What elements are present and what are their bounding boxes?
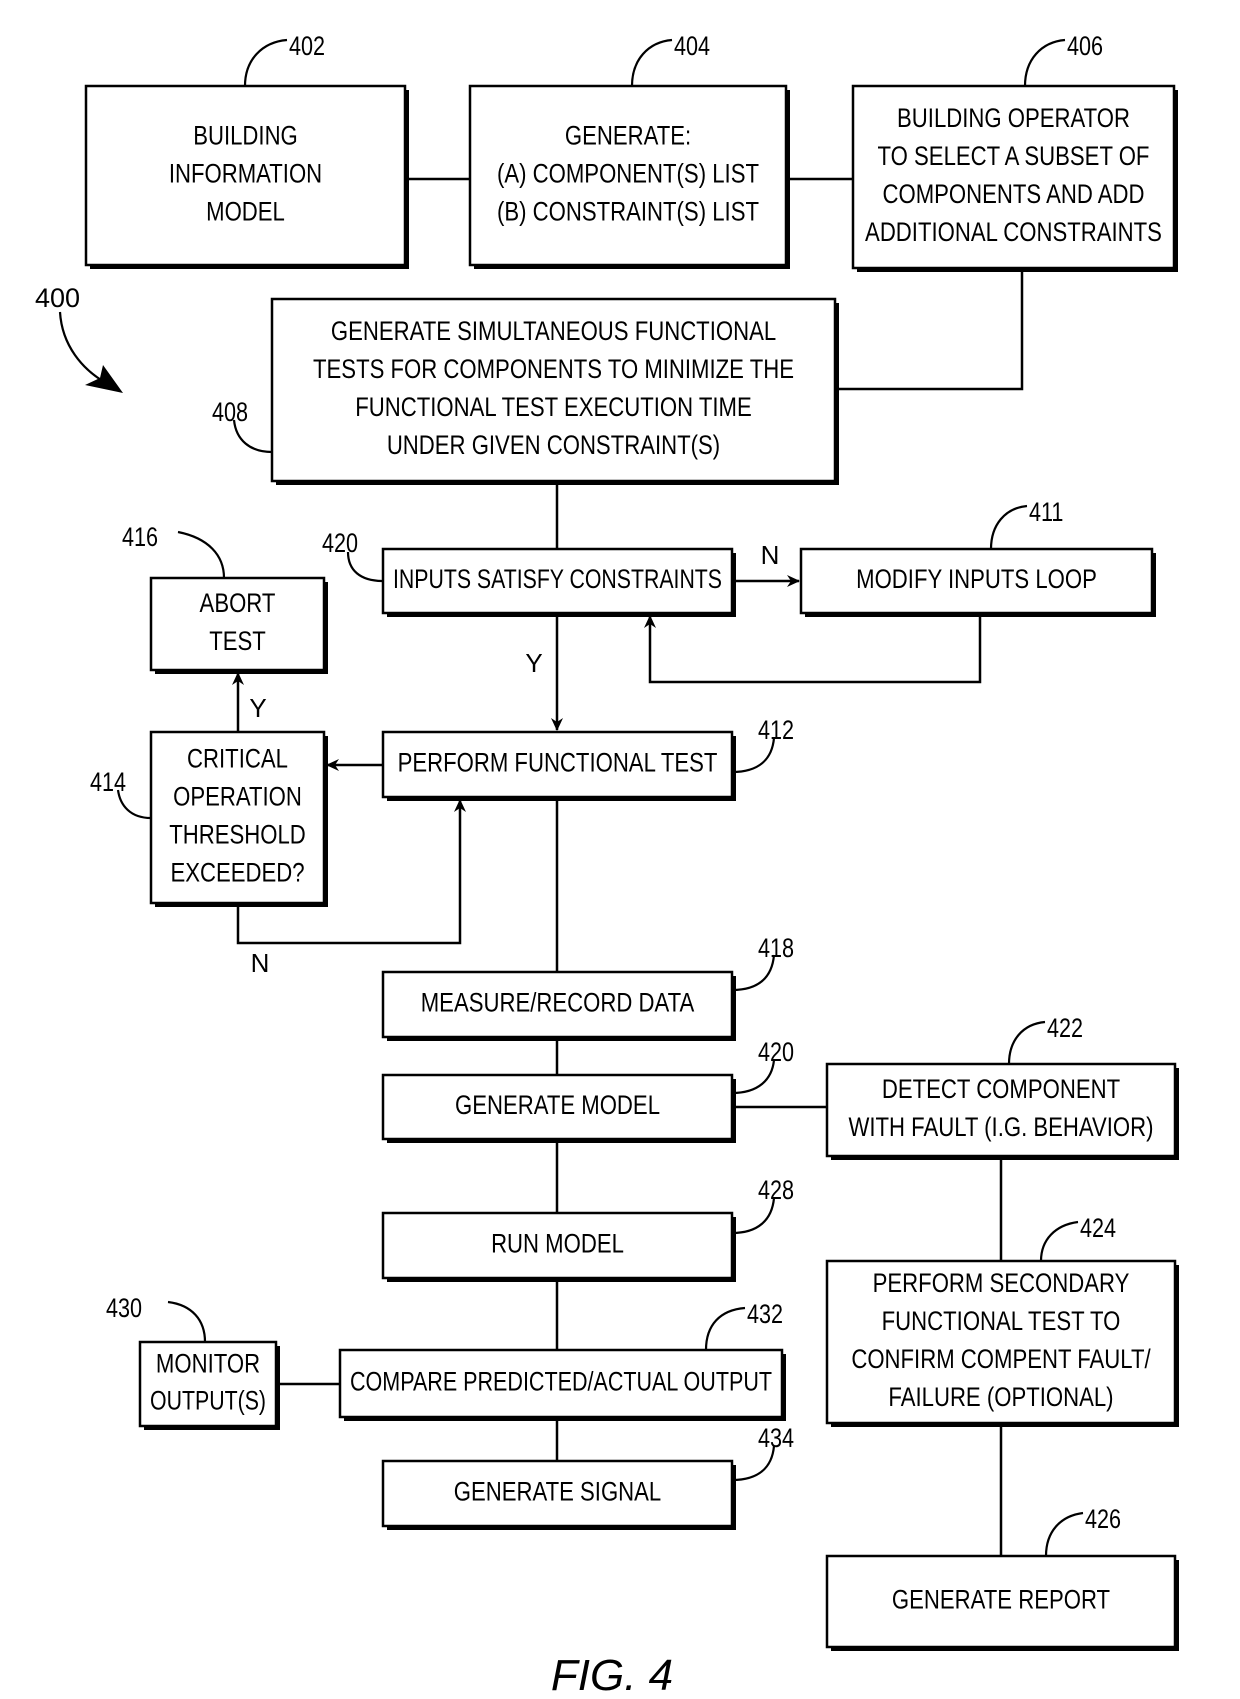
box-text-line: OUTPUT(S) [150,1386,266,1416]
arrowhead-400 [85,365,123,393]
process-box-408: GENERATE SIMULTANEOUS FUNCTIONAL TESTS FO… [270,297,839,485]
box-text-line: GENERATE: [565,121,691,151]
connector-406-408 [835,268,1024,391]
box-text-line: FAILURE (OPTIONAL) [888,1382,1113,1412]
process-box-412: PERFORM FUNCTIONAL TEST [381,730,736,801]
label-constraints-no: N [761,540,780,570]
box-text-line: MEASURE/RECORD DATA [421,988,695,1018]
process-box-434: GENERATE SIGNAL [381,1459,736,1530]
reference-numeral-422: 422 [1047,1013,1083,1043]
process-box-402: BUILDING INFORMATION MODEL [84,84,409,269]
process-box-422: DETECT COMPONENT WITH FAULT (I.G. BEHAVIO… [825,1062,1179,1160]
reference-numeral-408: 408 [212,397,248,427]
box-text-line: GENERATE REPORT [892,1585,1110,1615]
box-text-line: UNDER GIVEN CONSTRAINT(S) [387,430,720,460]
process-box-420b: GENERATE MODEL [381,1073,736,1143]
box-text-line: DETECT COMPONENT [882,1074,1120,1104]
box-text-line: ADDITIONAL CONSTRAINTS [865,217,1162,247]
reference-numeral-414: 414 [90,767,126,797]
box-text-line: GENERATE SIMULTANEOUS FUNCTIONAL [331,316,776,346]
reference-numeral-420b: 420 [758,1037,794,1067]
flowchart-diagram: BUILDING INFORMATION MODEL GENERATE: (A) COM… [35,31,1179,1699]
leader-404 [630,38,673,87]
box-text-line: BUILDING OPERATOR [897,103,1130,133]
reference-numeral-416: 416 [122,522,158,552]
process-boxes: BUILDING INFORMATION MODEL GENERATE: (A) COM… [84,84,1179,1651]
box-text-line: COMPARE PREDICTED/ACTUAL OUTPUT [350,1367,772,1397]
box-text-line: (B) CONSTRAINT(S) LIST [497,197,759,227]
box-text-line: FUNCTIONAL TEST TO [882,1306,1121,1336]
box-text-line: TESTS FOR COMPONENTS TO MINIMIZE THE [313,354,794,384]
reference-numeral-434: 434 [758,1423,794,1453]
box-text-line: PERFORM SECONDARY [873,1268,1130,1298]
box-text-line: THRESHOLD [169,820,306,850]
process-box-418: MEASURE/RECORD DATA [381,970,736,1041]
leader-430 [167,1300,207,1343]
box-text-line: OPERATION [173,782,302,812]
box-text-line: INFORMATION [169,159,322,189]
arrow-411-loop-back [644,613,982,684]
reference-numeral-430: 430 [106,1293,142,1323]
box-text-line: GENERATE SIGNAL [454,1477,662,1507]
figure-reference-400: 400 [35,283,80,313]
process-box-426: GENERATE REPORT [825,1554,1179,1651]
reference-numeral-404: 404 [674,31,710,61]
process-box-404: GENERATE: (A) COMPONENT(S) LIST (B) CONSTR… [468,84,790,269]
box-text-line: CONFIRM COMPENT FAULT/ [851,1344,1151,1374]
reference-numeral-418: 418 [758,933,794,963]
reference-numeral-426: 426 [1085,1504,1121,1534]
box-text-line: GENERATE MODEL [455,1090,660,1120]
box-text-line: WITH FAULT (I.G. BEHAVIOR) [848,1112,1153,1142]
box-text-line: MODIFY INPUTS LOOP [856,564,1097,594]
figure-caption: FIG. 4 [551,1651,673,1699]
reference-numeral-420a: 420 [322,528,358,558]
box-text-line: CRITICAL [187,744,288,774]
label-constraints-yes: Y [525,648,542,678]
process-box-430: MONITOR OUTPUT(S) [138,1340,280,1430]
box-text-line: PERFORM FUNCTIONAL TEST [398,748,718,778]
leader-416 [177,530,226,579]
reference-numeral-432: 432 [747,1299,783,1329]
leader-402 [243,38,288,87]
reference-numeral-412: 412 [758,715,794,745]
leader-406 [1023,38,1066,87]
label-threshold-yes: Y [249,693,266,723]
process-box-416: ABORT TEST [149,576,328,674]
box-text-line: (A) COMPONENT(S) LIST [497,159,759,189]
leader-400 [58,311,109,385]
reference-numeral-406: 406 [1067,31,1103,61]
leader-426 [1044,1511,1084,1557]
leader-422 [1007,1020,1046,1065]
box-text-line: MODEL [206,197,285,227]
box-text-line: BUILDING [193,121,298,151]
reference-numeral-424: 424 [1080,1213,1116,1243]
box-text-line: INPUTS SATISFY CONSTRAINTS [393,564,722,594]
box-text-line: FUNCTIONAL TEST EXECUTION TIME [355,392,752,422]
reference-numeral-411: 411 [1029,497,1063,527]
process-box-411: MODIFY INPUTS LOOP [799,547,1156,617]
process-box-432: COMPARE PREDICTED/ACTUAL OUTPUT [338,1348,786,1421]
box-text-line: ABORT [200,588,276,618]
leader-424 [1039,1220,1079,1262]
box-text-line: EXCEEDED? [170,858,304,888]
box-text-line: MONITOR [156,1349,260,1379]
process-box-428: RUN MODEL [381,1211,736,1282]
reference-numeral-402: 402 [289,31,325,61]
box-text-line: TEST [209,626,266,656]
label-threshold-no: N [251,948,270,978]
process-box-424: PERFORM SECONDARY FUNCTIONAL TEST TO CONFI… [825,1259,1179,1427]
box-text-line: TO SELECT A SUBSET OF [878,141,1150,171]
process-box-420a: INPUTS SATISFY CONSTRAINTS [381,547,736,617]
process-box-414: CRITICAL OPERATION THRESHOLD EXCEEDED? [149,730,328,907]
leader-411 [989,504,1028,550]
leader-432 [704,1306,746,1351]
reference-numeral-428: 428 [758,1175,794,1205]
box-text-line: RUN MODEL [491,1229,624,1259]
process-box-406: BUILDING OPERATOR TO SELECT A SUBSET OF CO… [851,84,1178,272]
box-text-line: COMPONENTS AND ADD [882,179,1144,209]
